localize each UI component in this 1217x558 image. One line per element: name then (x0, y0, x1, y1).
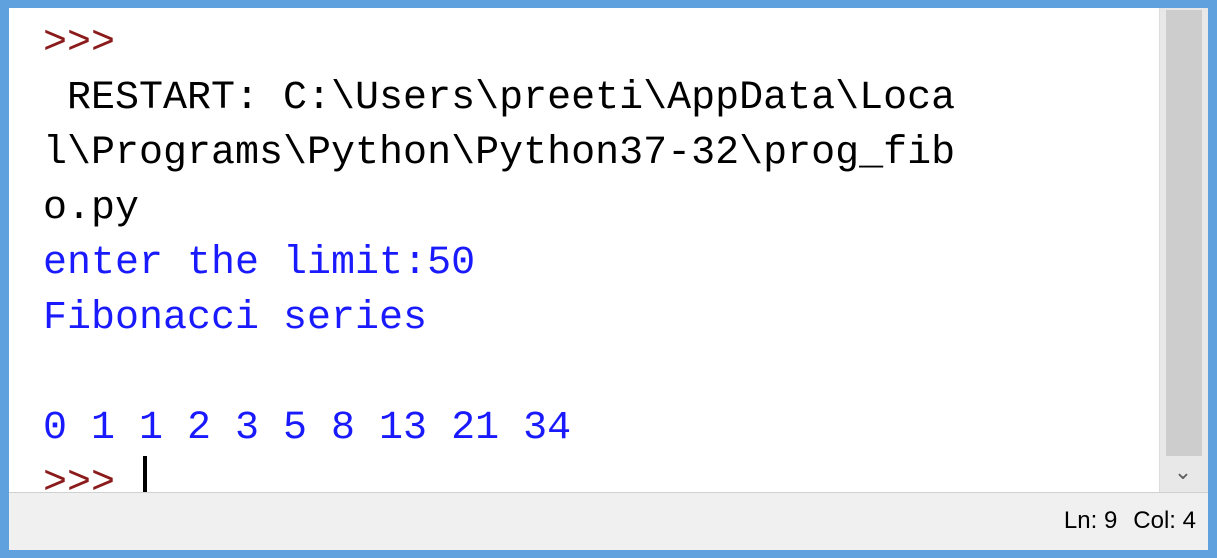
status-bar: Ln: 9 Col: 4 (9, 492, 1208, 550)
line-number: Ln: 9 (1063, 507, 1118, 534)
chevron-down-icon[interactable]: ⌄ (1172, 462, 1194, 484)
column-number: Col: 4 (1133, 507, 1196, 534)
shell-line: 0 1 1 2 3 5 8 13 21 34 (43, 406, 572, 451)
idle-shell-window: >>> RESTART: C:\Users\preeti\AppData\Loc… (0, 0, 1217, 558)
shell-prompt: >>> (43, 461, 140, 492)
current-prompt-line[interactable]: >>> (43, 456, 1158, 492)
shell-line: >>> (43, 21, 116, 66)
shell-line: Fibonacci series (43, 296, 428, 341)
shell-line: l\Programs\Python\Python37-32\prog_fib (43, 131, 956, 176)
shell-text-area[interactable]: >>> RESTART: C:\Users\preeti\AppData\Loc… (21, 16, 1158, 492)
text-cursor (143, 456, 148, 492)
cursor-position: Ln: 9 Col: 4 (1048, 507, 1196, 535)
shell-line: o.py (43, 186, 140, 231)
scrollbar-thumb[interactable] (1166, 10, 1202, 456)
shell-line: RESTART: C:\Users\preeti\AppData\Loca (43, 76, 956, 121)
shell-line: enter the limit:50 (43, 241, 476, 286)
vertical-scrollbar[interactable]: ⌄ (1159, 8, 1208, 492)
